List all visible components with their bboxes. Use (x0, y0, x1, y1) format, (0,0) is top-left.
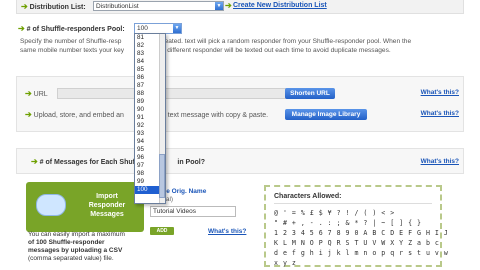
tag-input[interactable]: Tutorial Videos (150, 206, 236, 217)
characters-allowed-box: Characters Allowed: @ ' = % £ $ ¥ ? ! / … (264, 185, 449, 267)
pool-row: ➔ # of Shuffle-responders Pool: 100 ▼ (16, 22, 464, 36)
messages-panel: ➔ # of Messages for Each Shuffle- in Poo… (16, 148, 464, 174)
characters-row: x y z (274, 259, 297, 267)
shorten-url-button[interactable]: Shorten URL (285, 88, 335, 99)
arrow-icon: ➔ (18, 24, 25, 33)
characters-row: d e f g h i j k l m n o p q r s t u v w (274, 249, 449, 257)
characters-row: " # + , - . : ; & * ? | ~ [ ] { } (274, 219, 422, 227)
whats-this-tag-link[interactable]: What's this? (208, 228, 246, 235)
scrollbar-thumb[interactable] (159, 154, 165, 198)
import-responder-button[interactable]: Import Responder Messages (26, 182, 144, 232)
divider (274, 203, 432, 204)
chat-bubble-icon (36, 194, 66, 216)
manage-image-library-button[interactable]: Manage Image Library (285, 109, 367, 120)
pool-label: ➔ # of Shuffle-responders Pool: (18, 24, 125, 33)
url-panel: ➔ URL Shorten URL What's this? ➔ Upload,… (16, 76, 464, 132)
arrow-icon: ➔ (31, 157, 38, 166)
whats-this-messages-link[interactable]: What's this? (421, 158, 459, 165)
import-title: Import Responder Messages (88, 193, 126, 218)
arrow-icon: ➔ (225, 1, 232, 10)
arrow-icon: ➔ (21, 2, 28, 11)
create-distribution-link[interactable]: Create New Distribution List (233, 2, 327, 9)
whats-this-upload-link[interactable]: What's this? (421, 110, 459, 117)
url-label: ➔ URL (25, 89, 48, 98)
whats-this-url-link[interactable]: What's this? (421, 89, 459, 96)
dropdown-scrollbar[interactable] (159, 34, 165, 203)
pool-help-text: Specify the number of Shuffle-resp creat… (20, 38, 412, 54)
chevron-down-icon[interactable]: ▼ (215, 2, 223, 10)
characters-row: @ ' = % £ $ ¥ ? ! / ( ) < > (274, 209, 395, 217)
pool-dropdown-list[interactable]: 81 82 83 84 85 86 87 88 89 90 91 92 93 94 95 96 97 98 99 10… (134, 33, 166, 204)
messages-label: ➔ # of Messages for Each Shuffle- in Poo… (31, 157, 205, 166)
characters-row: 1 2 3 4 5 6 7 8 9 0 A B C D E F G H I J (274, 229, 449, 237)
url-input[interactable] (57, 88, 293, 99)
distribution-label: ➔ Distribution List: (21, 2, 86, 11)
chevron-down-icon[interactable]: ▼ (173, 24, 181, 33)
characters-title: Characters Allowed: (274, 193, 342, 200)
characters-row: K L M N O P Q R S T U V W X Y Z a b c (274, 239, 440, 247)
arrow-icon: ➔ (25, 110, 32, 119)
import-description: You can easily import a maximum of 100 S… (28, 231, 125, 262)
add-button[interactable]: ADD (150, 227, 174, 235)
distribution-select[interactable]: DistributionList ▼ (93, 1, 224, 11)
distribution-bar: ➔ Distribution List: DistributionList ▼ … (16, 0, 464, 14)
arrow-icon: ➔ (25, 89, 32, 98)
